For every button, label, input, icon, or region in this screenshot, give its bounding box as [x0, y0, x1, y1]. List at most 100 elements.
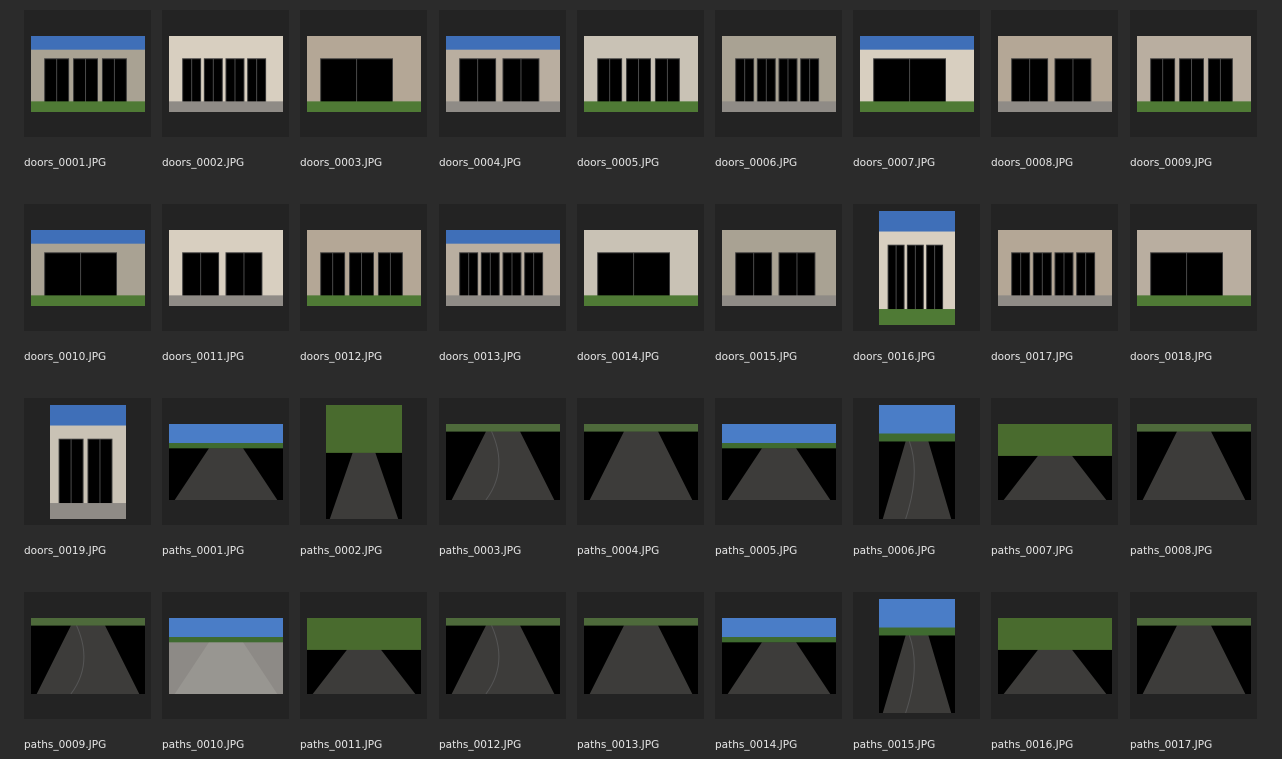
thumbnail-filename: paths_0017.JPG [1130, 739, 1213, 751]
thumbnail-item[interactable]: doors_0013.JPG [439, 204, 566, 363]
thumbnail-item[interactable]: paths_0016.JPG [991, 592, 1118, 751]
thumbnail-item[interactable]: doors_0007.JPG [853, 10, 980, 169]
thumbnail-frame [1130, 592, 1257, 719]
thumbnail-frame [24, 204, 151, 331]
thumbnail-item[interactable]: paths_0014.JPG [715, 592, 842, 751]
thumbnail-frame [1130, 398, 1257, 525]
thumbnail-item[interactable]: doors_0008.JPG [991, 10, 1118, 169]
thumbnail-item[interactable]: paths_0007.JPG [991, 398, 1118, 557]
thumbnail-frame [24, 10, 151, 137]
thumbnail-item[interactable]: doors_0016.JPG [853, 204, 980, 363]
thumbnail-frame [300, 10, 427, 137]
thumbnail-item[interactable]: paths_0005.JPG [715, 398, 842, 557]
thumbnail-frame [991, 398, 1118, 525]
thumbnail-frame [300, 398, 427, 525]
thumbnail-item[interactable]: doors_0003.JPG [300, 10, 427, 169]
thumbnail-filename: doors_0002.JPG [162, 157, 245, 169]
thumbnail-filename: doors_0001.JPG [24, 157, 107, 169]
thumbnail-item[interactable]: doors_0006.JPG [715, 10, 842, 169]
thumbnail-item[interactable]: paths_0001.JPG [162, 398, 289, 557]
thumbnail-image [584, 36, 698, 112]
thumbnail-item[interactable]: doors_0010.JPG [24, 204, 151, 363]
thumbnail-frame [1130, 10, 1257, 137]
thumbnail-item[interactable]: doors_0002.JPG [162, 10, 289, 169]
thumbnail-frame [991, 204, 1118, 331]
thumbnail-image [584, 618, 698, 694]
thumbnail-frame [439, 592, 566, 719]
thumbnail-item[interactable]: paths_0004.JPG [577, 398, 704, 557]
thumbnail-item[interactable]: doors_0005.JPG [577, 10, 704, 169]
thumbnail-image [446, 230, 560, 306]
thumbnail-image [879, 211, 955, 325]
thumbnail-filename: paths_0001.JPG [162, 545, 245, 557]
thumbnail-image [307, 618, 421, 694]
thumbnail-filename: paths_0014.JPG [715, 739, 798, 751]
thumbnail-filename: paths_0016.JPG [991, 739, 1074, 751]
thumbnail-item[interactable]: paths_0013.JPG [577, 592, 704, 751]
thumbnail-item[interactable]: doors_0004.JPG [439, 10, 566, 169]
thumbnail-image [326, 405, 402, 519]
thumbnail-filename: doors_0005.JPG [577, 157, 660, 169]
thumbnail-filename: doors_0012.JPG [300, 351, 383, 363]
thumbnail-item[interactable]: paths_0010.JPG [162, 592, 289, 751]
thumbnail-frame [162, 398, 289, 525]
thumbnail-item[interactable]: paths_0003.JPG [439, 398, 566, 557]
thumbnail-filename: paths_0008.JPG [1130, 545, 1213, 557]
thumbnail-image [307, 230, 421, 306]
thumbnail-frame [715, 10, 842, 137]
thumbnail-image [998, 618, 1112, 694]
thumbnail-item[interactable]: doors_0009.JPG [1130, 10, 1257, 169]
thumbnail-item[interactable]: doors_0018.JPG [1130, 204, 1257, 363]
thumbnail-filename: doors_0013.JPG [439, 351, 522, 363]
thumbnail-filename: paths_0012.JPG [439, 739, 522, 751]
thumbnail-frame [991, 592, 1118, 719]
thumbnail-image [722, 424, 836, 500]
thumbnail-image [446, 618, 560, 694]
thumbnail-image [31, 36, 145, 112]
thumbnail-item[interactable]: doors_0017.JPG [991, 204, 1118, 363]
thumbnail-item[interactable]: doors_0019.JPG [24, 398, 151, 557]
thumbnail-filename: paths_0005.JPG [715, 545, 798, 557]
thumbnail-image [169, 36, 283, 112]
thumbnail-frame [715, 592, 842, 719]
thumbnail-item[interactable]: paths_0009.JPG [24, 592, 151, 751]
thumbnail-item[interactable]: doors_0014.JPG [577, 204, 704, 363]
thumbnail-filename: paths_0006.JPG [853, 545, 936, 557]
thumbnail-filename: doors_0015.JPG [715, 351, 798, 363]
thumbnail-item[interactable]: paths_0015.JPG [853, 592, 980, 751]
thumbnail-filename: paths_0009.JPG [24, 739, 107, 751]
thumbnail-item[interactable]: paths_0006.JPG [853, 398, 980, 557]
thumbnail-image [446, 424, 560, 500]
thumbnail-item[interactable]: doors_0001.JPG [24, 10, 151, 169]
thumbnail-image [1137, 230, 1251, 306]
thumbnail-frame [300, 204, 427, 331]
thumbnail-filename: paths_0011.JPG [300, 739, 383, 751]
thumbnail-frame [853, 592, 980, 719]
thumbnail-filename: paths_0007.JPG [991, 545, 1074, 557]
thumbnail-item[interactable]: doors_0012.JPG [300, 204, 427, 363]
thumbnail-item[interactable]: paths_0011.JPG [300, 592, 427, 751]
thumbnail-image [722, 618, 836, 694]
thumbnail-frame [853, 10, 980, 137]
thumbnail-item[interactable]: doors_0011.JPG [162, 204, 289, 363]
thumbnail-item[interactable]: paths_0017.JPG [1130, 592, 1257, 751]
thumbnail-item[interactable]: paths_0008.JPG [1130, 398, 1257, 557]
thumbnail-image [1137, 424, 1251, 500]
thumbnail-image [31, 230, 145, 306]
thumbnail-image [879, 405, 955, 519]
thumbnail-filename: paths_0004.JPG [577, 545, 660, 557]
thumbnail-filename: doors_0008.JPG [991, 157, 1074, 169]
thumbnail-filename: paths_0013.JPG [577, 739, 660, 751]
thumbnail-item[interactable]: paths_0002.JPG [300, 398, 427, 557]
thumbnail-frame [577, 204, 704, 331]
thumbnail-filename: paths_0010.JPG [162, 739, 245, 751]
thumbnail-item[interactable]: paths_0012.JPG [439, 592, 566, 751]
thumbnail-filename: doors_0014.JPG [577, 351, 660, 363]
thumbnail-image [860, 36, 974, 112]
thumbnail-frame [577, 10, 704, 137]
thumbnail-image [722, 36, 836, 112]
thumbnail-frame [577, 398, 704, 525]
thumbnail-image [584, 424, 698, 500]
thumbnail-item[interactable]: doors_0015.JPG [715, 204, 842, 363]
thumbnail-image [998, 230, 1112, 306]
